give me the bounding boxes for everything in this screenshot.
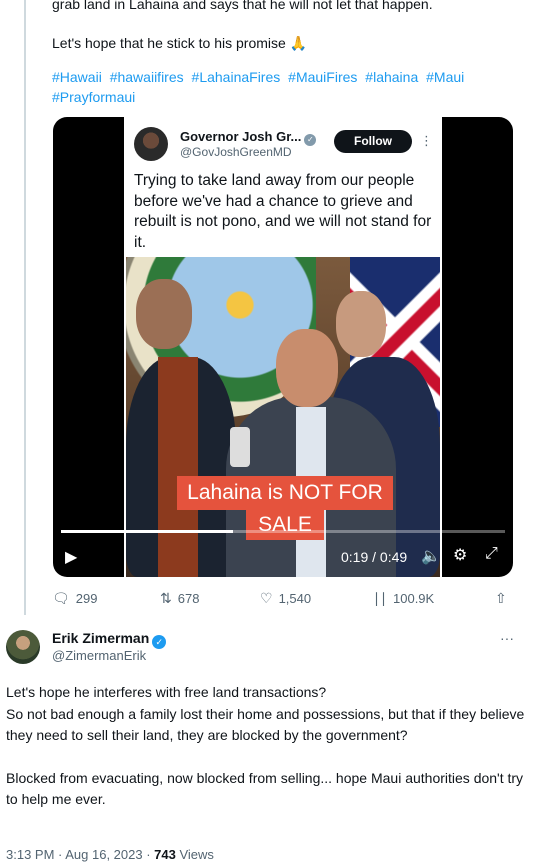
tweet-text-line: grab land in Lahaina and says that he wi…	[52, 0, 433, 12]
tweet-text-line: Let's hope that he stick to his promise …	[52, 35, 308, 51]
video-progress-bar[interactable]	[61, 530, 505, 533]
reply-author-handle[interactable]: @ZimermanErik	[52, 648, 146, 663]
video-time: 0:19 / 0:49	[341, 549, 408, 565]
views-count: 100.9K	[393, 591, 435, 606]
reply-text-line: Let's hope he interferes with free land …	[6, 684, 327, 700]
embedded-author-name: Governor Josh Gr... ✓	[180, 129, 317, 146]
like-count: 1,540	[278, 591, 312, 606]
reply-count: 299	[75, 591, 98, 606]
reply-author-name[interactable]: Erik Zimerman ✓	[52, 630, 167, 649]
fullscreen-icon[interactable]: ⤢	[485, 545, 498, 563]
retweet-button[interactable]: ⇅ 678	[160, 590, 199, 607]
person-right-head	[336, 291, 386, 357]
reply-text: Let's hope he interferes with free land …	[6, 682, 526, 811]
more-icon[interactable]: ···	[500, 630, 514, 646]
caption-line: SALE	[246, 510, 324, 540]
play-icon[interactable]: ▶	[65, 547, 83, 566]
embedded-author-handle: @GovJoshGreenMD	[180, 145, 292, 159]
microphone	[230, 427, 250, 467]
embedded-tweet-header: Governor Josh Gr... ✓ @GovJoshGreenMD Fol…	[124, 117, 442, 177]
heart-icon: ♡	[260, 590, 273, 606]
reply-view-count: 743	[154, 847, 176, 862]
person-left-shirt	[158, 357, 198, 577]
avatar	[134, 127, 168, 161]
reply-button[interactable]: 🗨 299	[52, 590, 97, 607]
hashtag-list: #Hawaii #hawaiifires #LahainaFires #Maui…	[52, 67, 492, 107]
thread-connector-line	[24, 0, 26, 615]
verified-badge-icon: ✓	[304, 134, 317, 146]
gear-icon[interactable]: ⚙	[453, 545, 467, 565]
tweet-action-bar: 🗨 299 ⇅ 678 ♡ 1,540 ∣∣ 100.9K ⇧	[52, 590, 514, 610]
hashtag-link[interactable]: #Maui	[426, 69, 464, 85]
hashtag-link[interactable]: #LahainaFires	[192, 69, 281, 85]
hashtag-link[interactable]: #Prayformaui	[52, 89, 135, 105]
video-progress-fill	[61, 530, 234, 533]
reply-timestamp: 3:13 PM · Aug 16, 2023 · 743 Views	[6, 847, 214, 862]
hashtag-link[interactable]: #Hawaii	[52, 69, 102, 85]
hashtag-link[interactable]: #hawaiifires	[110, 69, 184, 85]
more-icon: ⋮	[420, 133, 433, 148]
video-player[interactable]: Governor Josh Gr... ✓ @GovJoshGreenMD Fol…	[53, 117, 513, 577]
retweet-count: 678	[177, 591, 200, 606]
volume-icon[interactable]: 🔈	[421, 546, 441, 566]
avatar[interactable]	[6, 630, 40, 664]
hashtag-link[interactable]: #lahaina	[365, 69, 418, 85]
retweet-icon: ⇅	[160, 590, 172, 606]
share-button[interactable]: ⇧	[495, 590, 513, 607]
hashtag-link[interactable]: #MauiFires	[288, 69, 357, 85]
reply-text-line: So not bad enough a family lost their ho…	[6, 705, 525, 744]
reply-text-line: Blocked from evacuating, now blocked fro…	[6, 769, 524, 808]
caption-line: Lahaina is NOT FOR	[177, 476, 393, 510]
views-button[interactable]: ∣∣ 100.9K	[373, 590, 434, 607]
person-center-head	[276, 329, 338, 407]
like-button[interactable]: ♡ 1,540	[260, 590, 311, 607]
embedded-tweet-text: Trying to take land away from our people…	[134, 172, 432, 251]
share-icon: ⇧	[495, 590, 507, 606]
reply-icon: 🗨	[52, 590, 70, 606]
views-icon: ∣∣	[373, 590, 387, 606]
person-left-head	[136, 279, 192, 349]
verified-badge-icon: ✓	[152, 635, 167, 649]
follow-button: Follow	[334, 130, 412, 153]
